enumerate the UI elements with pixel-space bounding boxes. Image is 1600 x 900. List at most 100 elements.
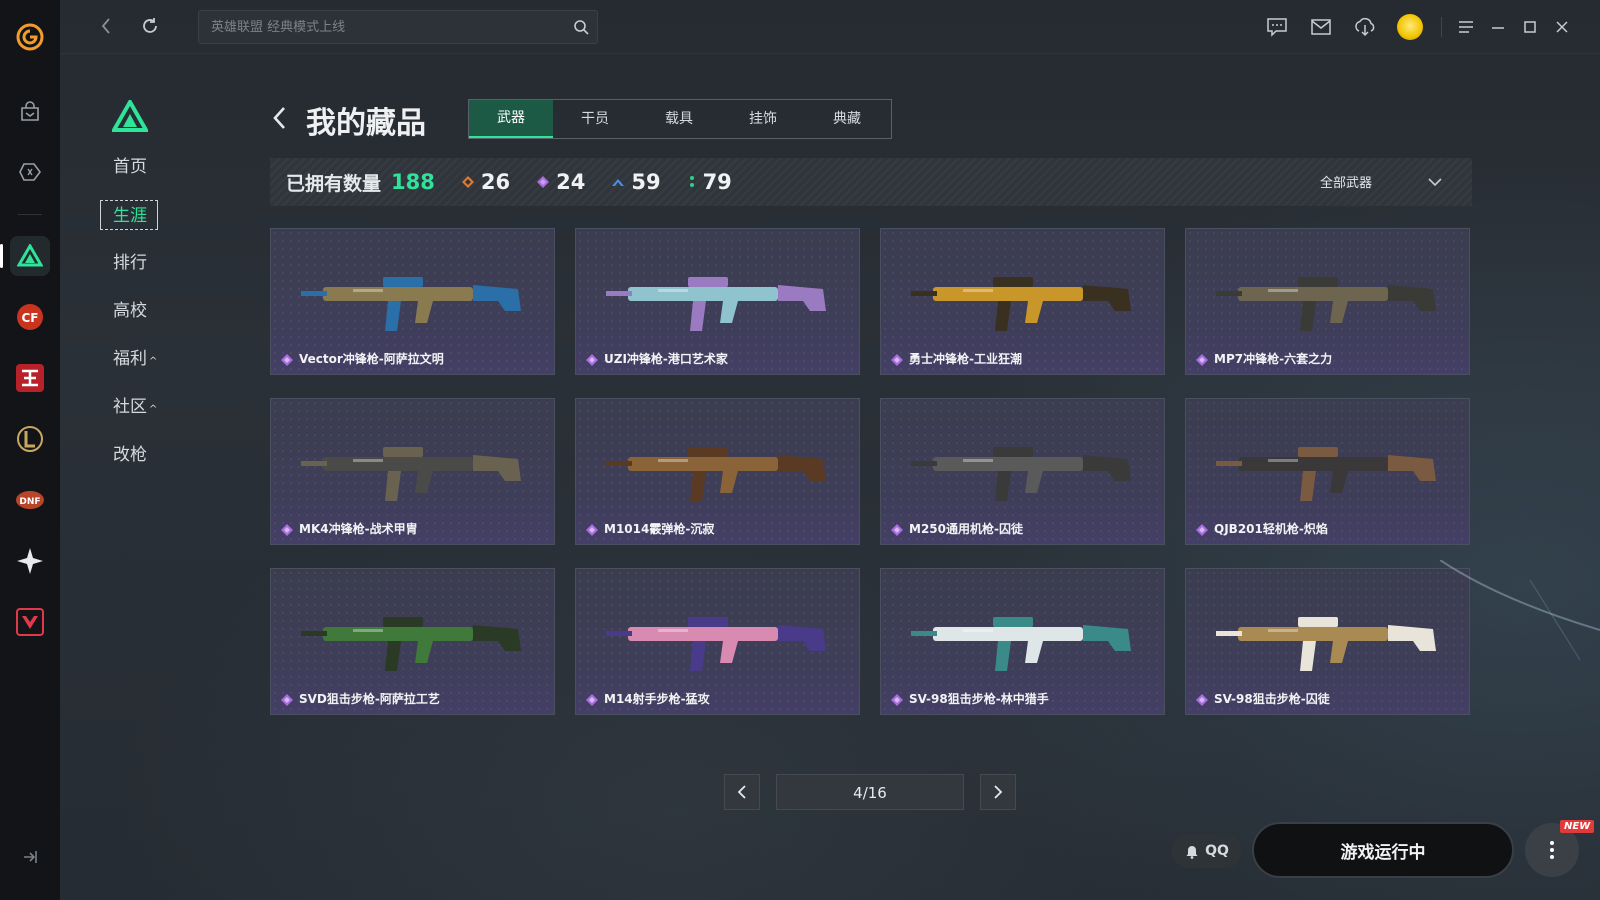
item-name: UZI冲锋枪-港口艺术家	[604, 352, 728, 366]
collection-item-card[interactable]: Vector冲锋枪-阿萨拉文明	[270, 228, 555, 375]
orange-diamond-icon	[461, 176, 474, 188]
tier-orange-count: 26	[480, 170, 511, 194]
tag-icon[interactable]	[10, 152, 50, 192]
tier-purple-stat: 24	[536, 170, 585, 194]
game-side-nav: 首页 生涯 排行 高校 福利 ^ 社区 ^ 改枪	[100, 97, 180, 470]
collapse-rail-icon[interactable]	[21, 848, 39, 870]
qq-label: QQ	[1205, 843, 1229, 859]
back-arrow-icon[interactable]	[94, 14, 118, 38]
more-vertical-icon	[1550, 841, 1554, 859]
tier-green-stat: 79	[687, 170, 732, 194]
maximize-icon[interactable]	[1514, 12, 1546, 42]
game-valorant-icon[interactable]	[10, 602, 50, 642]
chat-icon[interactable]	[1255, 12, 1299, 42]
search-box	[198, 10, 598, 44]
weapon-filter-dropdown[interactable]: 全部武器	[1320, 172, 1442, 191]
item-name: 勇士冲锋枪-工业狂潮	[909, 352, 1022, 366]
bell-icon	[1186, 846, 1198, 859]
page-back-icon[interactable]	[270, 104, 290, 132]
minimize-icon[interactable]	[1482, 12, 1514, 42]
nav-ranking[interactable]: 排行	[100, 248, 180, 278]
nav-welfare[interactable]: 福利 ^	[100, 344, 180, 374]
next-page-button[interactable]	[980, 774, 1016, 810]
rarity-diamond-icon	[1196, 524, 1208, 536]
weapon-image	[606, 617, 826, 671]
nav-college[interactable]: 高校	[100, 296, 180, 326]
blue-chevron-icon	[612, 179, 625, 186]
tab-charms[interactable]: 挂饰	[721, 100, 805, 138]
delta-force-logo-icon	[110, 97, 150, 132]
qq-button[interactable]: QQ	[1172, 834, 1242, 868]
collection-item-card[interactable]: M14射手步枪-猛攻	[575, 568, 860, 715]
weapon-image	[911, 617, 1131, 671]
game-delta-force-icon[interactable]	[0, 236, 50, 276]
store-icon[interactable]	[10, 92, 50, 132]
game-dnf-icon[interactable]: DNF	[10, 480, 50, 520]
tab-weapons[interactable]: 武器	[469, 100, 553, 138]
chevron-down-icon	[1428, 177, 1442, 186]
rarity-diamond-icon	[1196, 354, 1208, 366]
menu-icon[interactable]	[1450, 12, 1482, 42]
tab-operators[interactable]: 干员	[553, 100, 637, 138]
collection-item-card[interactable]: SV-98狙击步枪-囚徒	[1185, 568, 1470, 715]
nav-gunsmith[interactable]: 改枪	[100, 440, 180, 470]
tier-green-count: 79	[702, 170, 732, 194]
tab-collection[interactable]: 典藏	[805, 100, 889, 138]
collection-item-card[interactable]: SV-98狙击步枪-林中猎手	[880, 568, 1165, 715]
download-icon[interactable]	[1343, 12, 1387, 42]
ownership-stats-bar: 已拥有数量 188 26 24 59 79 全部武器	[270, 158, 1472, 206]
collection-item-card[interactable]: M250通用机枪-囚徒	[880, 398, 1165, 545]
nav-community[interactable]: 社区 ^	[100, 392, 180, 422]
app-rail: CF DNF	[0, 0, 60, 900]
mail-icon[interactable]	[1299, 12, 1343, 42]
page-title: 我的藏品	[306, 106, 426, 141]
game-league-icon[interactable]	[10, 419, 50, 459]
game-crossfire-icon[interactable]: CF	[10, 297, 50, 337]
search-input[interactable]	[199, 11, 597, 43]
item-name: M1014霰弹枪-沉寂	[604, 522, 715, 536]
weapon-filter-value: 全部武器	[1319, 176, 1372, 191]
weapon-image	[911, 447, 1131, 501]
chevron-right-icon	[994, 785, 1003, 799]
search-icon[interactable]	[573, 19, 589, 39]
collection-item-card[interactable]: UZI冲锋枪-港口艺术家	[575, 228, 860, 375]
game-nishuihan-icon[interactable]	[10, 358, 50, 398]
app-logo-icon[interactable]	[13, 20, 47, 54]
owned-count-value: 188	[391, 170, 435, 194]
owned-count-label: 已拥有数量	[286, 172, 382, 195]
user-avatar[interactable]	[1397, 14, 1423, 40]
weapon-image	[911, 277, 1131, 331]
new-badge: NEW	[1560, 820, 1595, 833]
item-name: M250通用机枪-囚徒	[909, 522, 1023, 536]
weapon-image	[301, 617, 521, 671]
purple-diamond-icon	[537, 176, 550, 188]
chevron-up-icon: ^	[149, 404, 158, 415]
nav-career[interactable]: 生涯	[100, 200, 158, 230]
nav-home[interactable]: 首页	[100, 152, 180, 182]
close-icon[interactable]	[1546, 12, 1578, 42]
game-star-icon[interactable]	[10, 541, 50, 581]
page-indicator: 4/16	[776, 774, 964, 810]
topbar-divider	[1441, 17, 1442, 37]
collection-tabs: 武器 干员 载具 挂饰 典藏	[468, 99, 892, 139]
collection-item-card[interactable]: QJB201轻机枪-炽焰	[1185, 398, 1470, 545]
nav-welfare-label: 福利	[113, 349, 147, 369]
chevron-up-icon: ^	[149, 356, 158, 367]
item-name: MP7冲锋枪-六套之力	[1214, 352, 1333, 366]
game-running-button[interactable]: 游戏运行中	[1252, 822, 1514, 878]
collection-item-card[interactable]: M1014霰弹枪-沉寂	[575, 398, 860, 545]
collection-item-card[interactable]: SVD狙击步枪-阿萨拉工艺	[270, 568, 555, 715]
weapon-image	[606, 447, 826, 501]
refresh-icon[interactable]	[138, 14, 162, 38]
collection-item-card[interactable]: 勇士冲锋枪-工业狂潮	[880, 228, 1165, 375]
tab-vehicles[interactable]: 载具	[637, 100, 721, 138]
collection-item-card[interactable]: MK4冲锋枪-战术甲胄	[270, 398, 555, 545]
weapon-image	[1216, 447, 1436, 501]
prev-page-button[interactable]	[724, 774, 760, 810]
tier-purple-count: 24	[556, 170, 586, 194]
nav-community-label: 社区	[113, 397, 147, 417]
rarity-diamond-icon	[891, 524, 903, 536]
collection-item-card[interactable]: MP7冲锋枪-六套之力	[1185, 228, 1470, 375]
top-right-controls	[1255, 12, 1578, 42]
item-name: SV-98狙击步枪-林中猎手	[909, 692, 1049, 706]
